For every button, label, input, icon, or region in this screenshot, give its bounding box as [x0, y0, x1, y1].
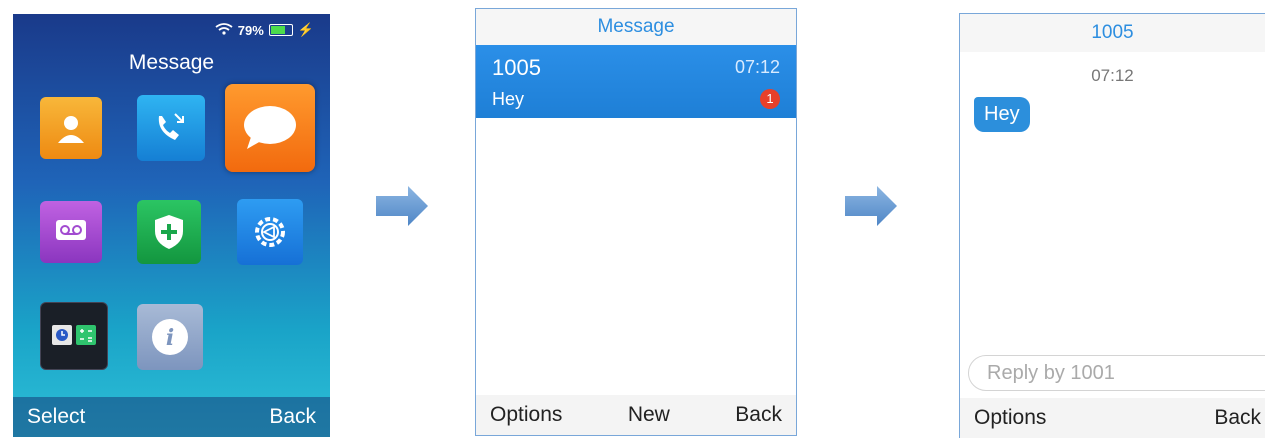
- settings-app[interactable]: [237, 199, 303, 265]
- tools-app[interactable]: [40, 302, 108, 370]
- emergency-app[interactable]: [137, 200, 201, 264]
- voicemail-app[interactable]: [40, 201, 102, 263]
- thread-preview: Hey: [492, 89, 525, 109]
- info-app[interactable]: i: [137, 304, 203, 370]
- battery-percent: 79%: [237, 22, 264, 38]
- info-icon: i: [152, 319, 188, 355]
- message-timestamp: 07:12: [1091, 66, 1134, 85]
- svg-text:i: i: [166, 325, 174, 351]
- status-bar: 79% ⚡: [215, 22, 314, 38]
- contacts-app[interactable]: [40, 97, 102, 159]
- emergency-shield-icon: [155, 215, 183, 249]
- select-softkey[interactable]: Select: [27, 405, 85, 429]
- new-softkey[interactable]: New: [628, 403, 670, 427]
- charging-bolt-icon: ⚡: [297, 22, 314, 37]
- next-arrow-icon: [845, 186, 897, 226]
- message-thread-row[interactable]: 1005 07:12 Hey 1: [476, 45, 796, 118]
- thread-contact: 1005: [492, 55, 541, 80]
- back-softkey[interactable]: Back: [269, 405, 316, 429]
- battery-icon: [268, 24, 293, 36]
- message-list-screen: Message 1005 07:12 Hey 1 Options New Bac…: [475, 8, 797, 436]
- received-message-bubble[interactable]: Hey: [974, 97, 1030, 132]
- back-softkey[interactable]: Back: [735, 403, 782, 427]
- contacts-icon: [58, 116, 84, 143]
- reply-input[interactable]: Reply by 1001: [968, 355, 1265, 391]
- options-softkey[interactable]: Options: [490, 403, 562, 427]
- next-arrow-icon: [376, 186, 428, 226]
- call-history-icon: [158, 113, 184, 140]
- message-icon: [244, 106, 296, 149]
- clock-calculator-icon: [52, 325, 96, 345]
- softkey-bar: Options Back: [960, 398, 1265, 438]
- back-softkey[interactable]: Back: [1214, 406, 1261, 430]
- call-history-app[interactable]: [137, 95, 205, 161]
- message-app[interactable]: [225, 84, 315, 172]
- screen-title: Message: [128, 51, 215, 74]
- screen-title: Message: [476, 9, 796, 45]
- softkey-bar: Select Back: [13, 397, 330, 437]
- conversation-screen: 1005 07:12 Hey Reply by 1001 Options Bac…: [959, 13, 1265, 438]
- screen-title: 1005: [960, 14, 1265, 52]
- voicemail-icon: [56, 220, 86, 240]
- softkey-bar: Options New Back: [476, 395, 796, 435]
- home-screen: 79% ⚡ Message i Select Back: [13, 14, 330, 437]
- settings-gear-icon: [255, 217, 285, 247]
- thread-time: 07:12: [734, 57, 780, 77]
- options-softkey[interactable]: Options: [974, 406, 1046, 430]
- unread-badge: 1: [760, 89, 780, 109]
- wifi-signal-icon: [215, 22, 233, 38]
